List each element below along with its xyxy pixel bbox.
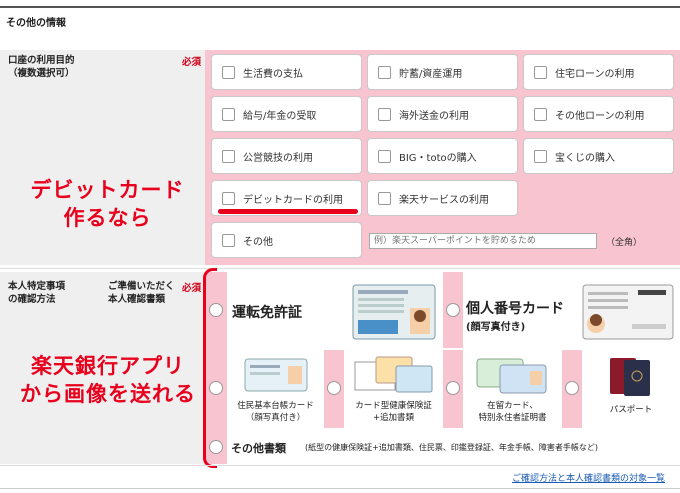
checkbox[interactable]	[534, 149, 547, 163]
identity-docs-line1: ご準備いただく	[108, 281, 175, 292]
identity-method-line1: 本人特定事項	[8, 281, 66, 292]
option-other-loan[interactable]: その他ローンの利用	[523, 96, 674, 132]
annotation-underline	[218, 209, 358, 214]
health-insurance-card-icon	[354, 356, 433, 393]
identity-method-label: 本人特定事項 の確認方法	[8, 280, 65, 306]
purpose-label-cell	[0, 50, 205, 265]
bottom-divider	[0, 488, 680, 489]
juki-card-icon	[244, 358, 308, 392]
juki-card-line1: 住民基本台帳カード	[237, 401, 314, 411]
option-overseas-remittance[interactable]: 海外送金の利用	[367, 96, 518, 132]
checkbox[interactable]	[378, 191, 391, 205]
residence-card-icon	[476, 358, 547, 394]
other-purpose-input[interactable]	[369, 233, 597, 249]
other-documents-label: その他書類	[231, 442, 286, 455]
option-housing-loan[interactable]: 住宅ローンの利用	[523, 54, 674, 90]
radio-my-number-card[interactable]	[446, 303, 460, 317]
radio-passport[interactable]	[565, 381, 579, 395]
health-insurance-label: カード型健康保険証 +追加書類	[344, 400, 443, 424]
annotation-debit-line2: 作るなら	[63, 206, 152, 230]
annotation-app-line1: 楽天銀行アプリ	[31, 354, 185, 378]
option-living-expenses[interactable]: 生活費の支払	[211, 54, 362, 90]
residence-card-line1: 在留カード、	[487, 401, 538, 411]
drivers-license-label: 運転免許証	[232, 305, 302, 321]
purpose-label-line2: （複数選択可）	[8, 68, 75, 79]
purpose-required-badge: 必須	[182, 57, 202, 68]
checkbox[interactable]	[222, 149, 235, 163]
checkbox[interactable]	[378, 65, 391, 79]
juki-card-label: 住民基本台帳カード （顔写真付き）	[227, 400, 324, 424]
option-other[interactable]: その他	[211, 222, 362, 258]
option-big-toto[interactable]: BIG・totoの購入	[367, 138, 518, 174]
annotation-debit-line1: デビットカード	[30, 178, 185, 202]
health-insurance-line1: カード型健康保険証	[355, 401, 432, 411]
passport-label: パスポート	[609, 405, 653, 415]
my-number-card-icon	[582, 284, 674, 340]
purpose-label-line1: 口座の利用目的	[8, 55, 75, 66]
option-public-gambling[interactable]: 公営競技の利用	[211, 138, 362, 174]
radio-residence-card[interactable]	[446, 381, 460, 395]
radio-health-insurance[interactable]	[327, 381, 341, 395]
my-number-sublabel: (顔写真付き)	[466, 322, 526, 333]
checkbox[interactable]	[222, 65, 235, 79]
checkbox[interactable]	[534, 65, 547, 79]
fullwidth-note: （全角）	[606, 238, 643, 248]
checkbox[interactable]	[534, 107, 547, 121]
option-lottery[interactable]: 宝くじの購入	[523, 138, 674, 174]
purpose-label: 口座の利用目的 （複数選択可）	[8, 54, 75, 80]
drivers-license-card-icon	[352, 284, 436, 340]
my-number-label: 個人番号カード	[466, 301, 564, 317]
identity-method-line2: の確認方法	[8, 294, 56, 305]
health-insurance-line2: +追加書類	[372, 413, 415, 423]
checkbox[interactable]	[222, 233, 235, 247]
annotation-debit: デビットカード 作るなら	[10, 176, 205, 232]
option-savings-investment[interactable]: 貯蓄/資産運用	[367, 54, 518, 90]
checkbox[interactable]	[378, 107, 391, 121]
section-title: その他の情報	[6, 18, 66, 29]
identity-docs-line2: 本人確認書類	[108, 294, 166, 305]
row-divider	[0, 268, 680, 269]
checkbox[interactable]	[222, 107, 235, 121]
row-divider	[0, 465, 680, 466]
passport-icon	[610, 358, 650, 396]
other-documents-note: (紙型の健康保険証+追加書類、住民票、印鑑登録証、年金手帳、障害者手帳など)	[305, 443, 598, 452]
identity-required-badge: 必須	[182, 283, 202, 294]
residence-card-line2: 特別永住者証明書	[478, 413, 547, 423]
option-salary-pension[interactable]: 給与/年金の受取	[211, 96, 362, 132]
checkbox[interactable]	[378, 149, 391, 163]
residence-card-label: 在留カード、 特別永住者証明書	[463, 400, 562, 424]
annotation-app-line2: から画像を送れる	[20, 382, 196, 406]
checkbox[interactable]	[222, 191, 235, 205]
annotation-bracket	[203, 268, 217, 468]
option-rakuten-services[interactable]: 楽天サービスの利用	[367, 180, 518, 216]
annotation-app: 楽天銀行アプリ から画像を送れる	[12, 352, 204, 408]
id-documents-list-link[interactable]: ご確認方法と本人確認書類の対象一覧	[512, 471, 665, 484]
juki-card-line2: （顔写真付き）	[245, 413, 306, 423]
identity-docs-label: ご準備いただく 本人確認書類	[108, 280, 175, 306]
top-divider	[0, 6, 680, 8]
